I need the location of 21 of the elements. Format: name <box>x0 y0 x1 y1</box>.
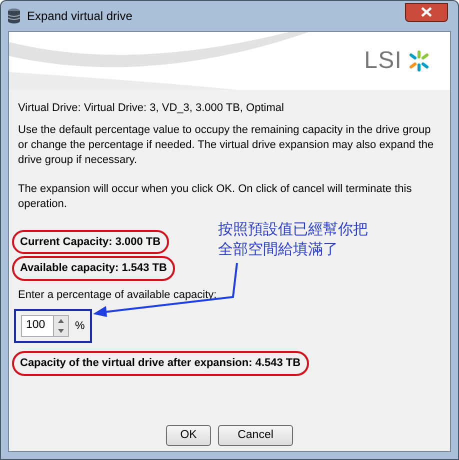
spin-down-icon[interactable] <box>54 326 68 336</box>
description-text: Use the default percentage value to occupy the remaining capacity in the drive group or change the percentage if needed. The virtual drive expansion may also expand the drive group if necessary. <box>18 122 435 168</box>
percentage-field[interactable]: 100 <box>22 317 52 335</box>
close-button[interactable] <box>405 2 448 22</box>
logo-text: LSI <box>364 46 402 76</box>
percent-unit: % <box>75 318 85 334</box>
logo-icon <box>408 50 430 72</box>
database-icon <box>7 8 21 24</box>
percentage-label: Enter a percentage of available capacity: <box>18 288 218 302</box>
window-title: Expand virtual drive <box>27 8 132 25</box>
close-icon <box>421 7 432 17</box>
spin-up-icon[interactable] <box>54 316 68 326</box>
annotation-note: 按照預設值已經幫你把 全部空間給填滿了 <box>218 219 368 259</box>
description-text: The expansion will occur when you click OK. On click of cancel will terminate this operation. <box>18 182 413 212</box>
circled-capacity-text: Available capacity: 1.543 TB <box>12 256 175 280</box>
cancel-button[interactable]: Cancel <box>218 425 293 446</box>
percentage-spinner[interactable]: 100 <box>21 315 69 337</box>
circled-capacity-text: Current Capacity: 3.000 TB <box>12 230 169 254</box>
circled-capacity-text: Capacity of the virtual drive after expansion: 4.543 TB <box>12 351 309 376</box>
virtual-drive-info: Virtual Drive: Virtual Drive: 3, VD_3, 3.000 TB, Optimal <box>18 101 285 116</box>
ok-button[interactable]: OK <box>166 425 211 446</box>
